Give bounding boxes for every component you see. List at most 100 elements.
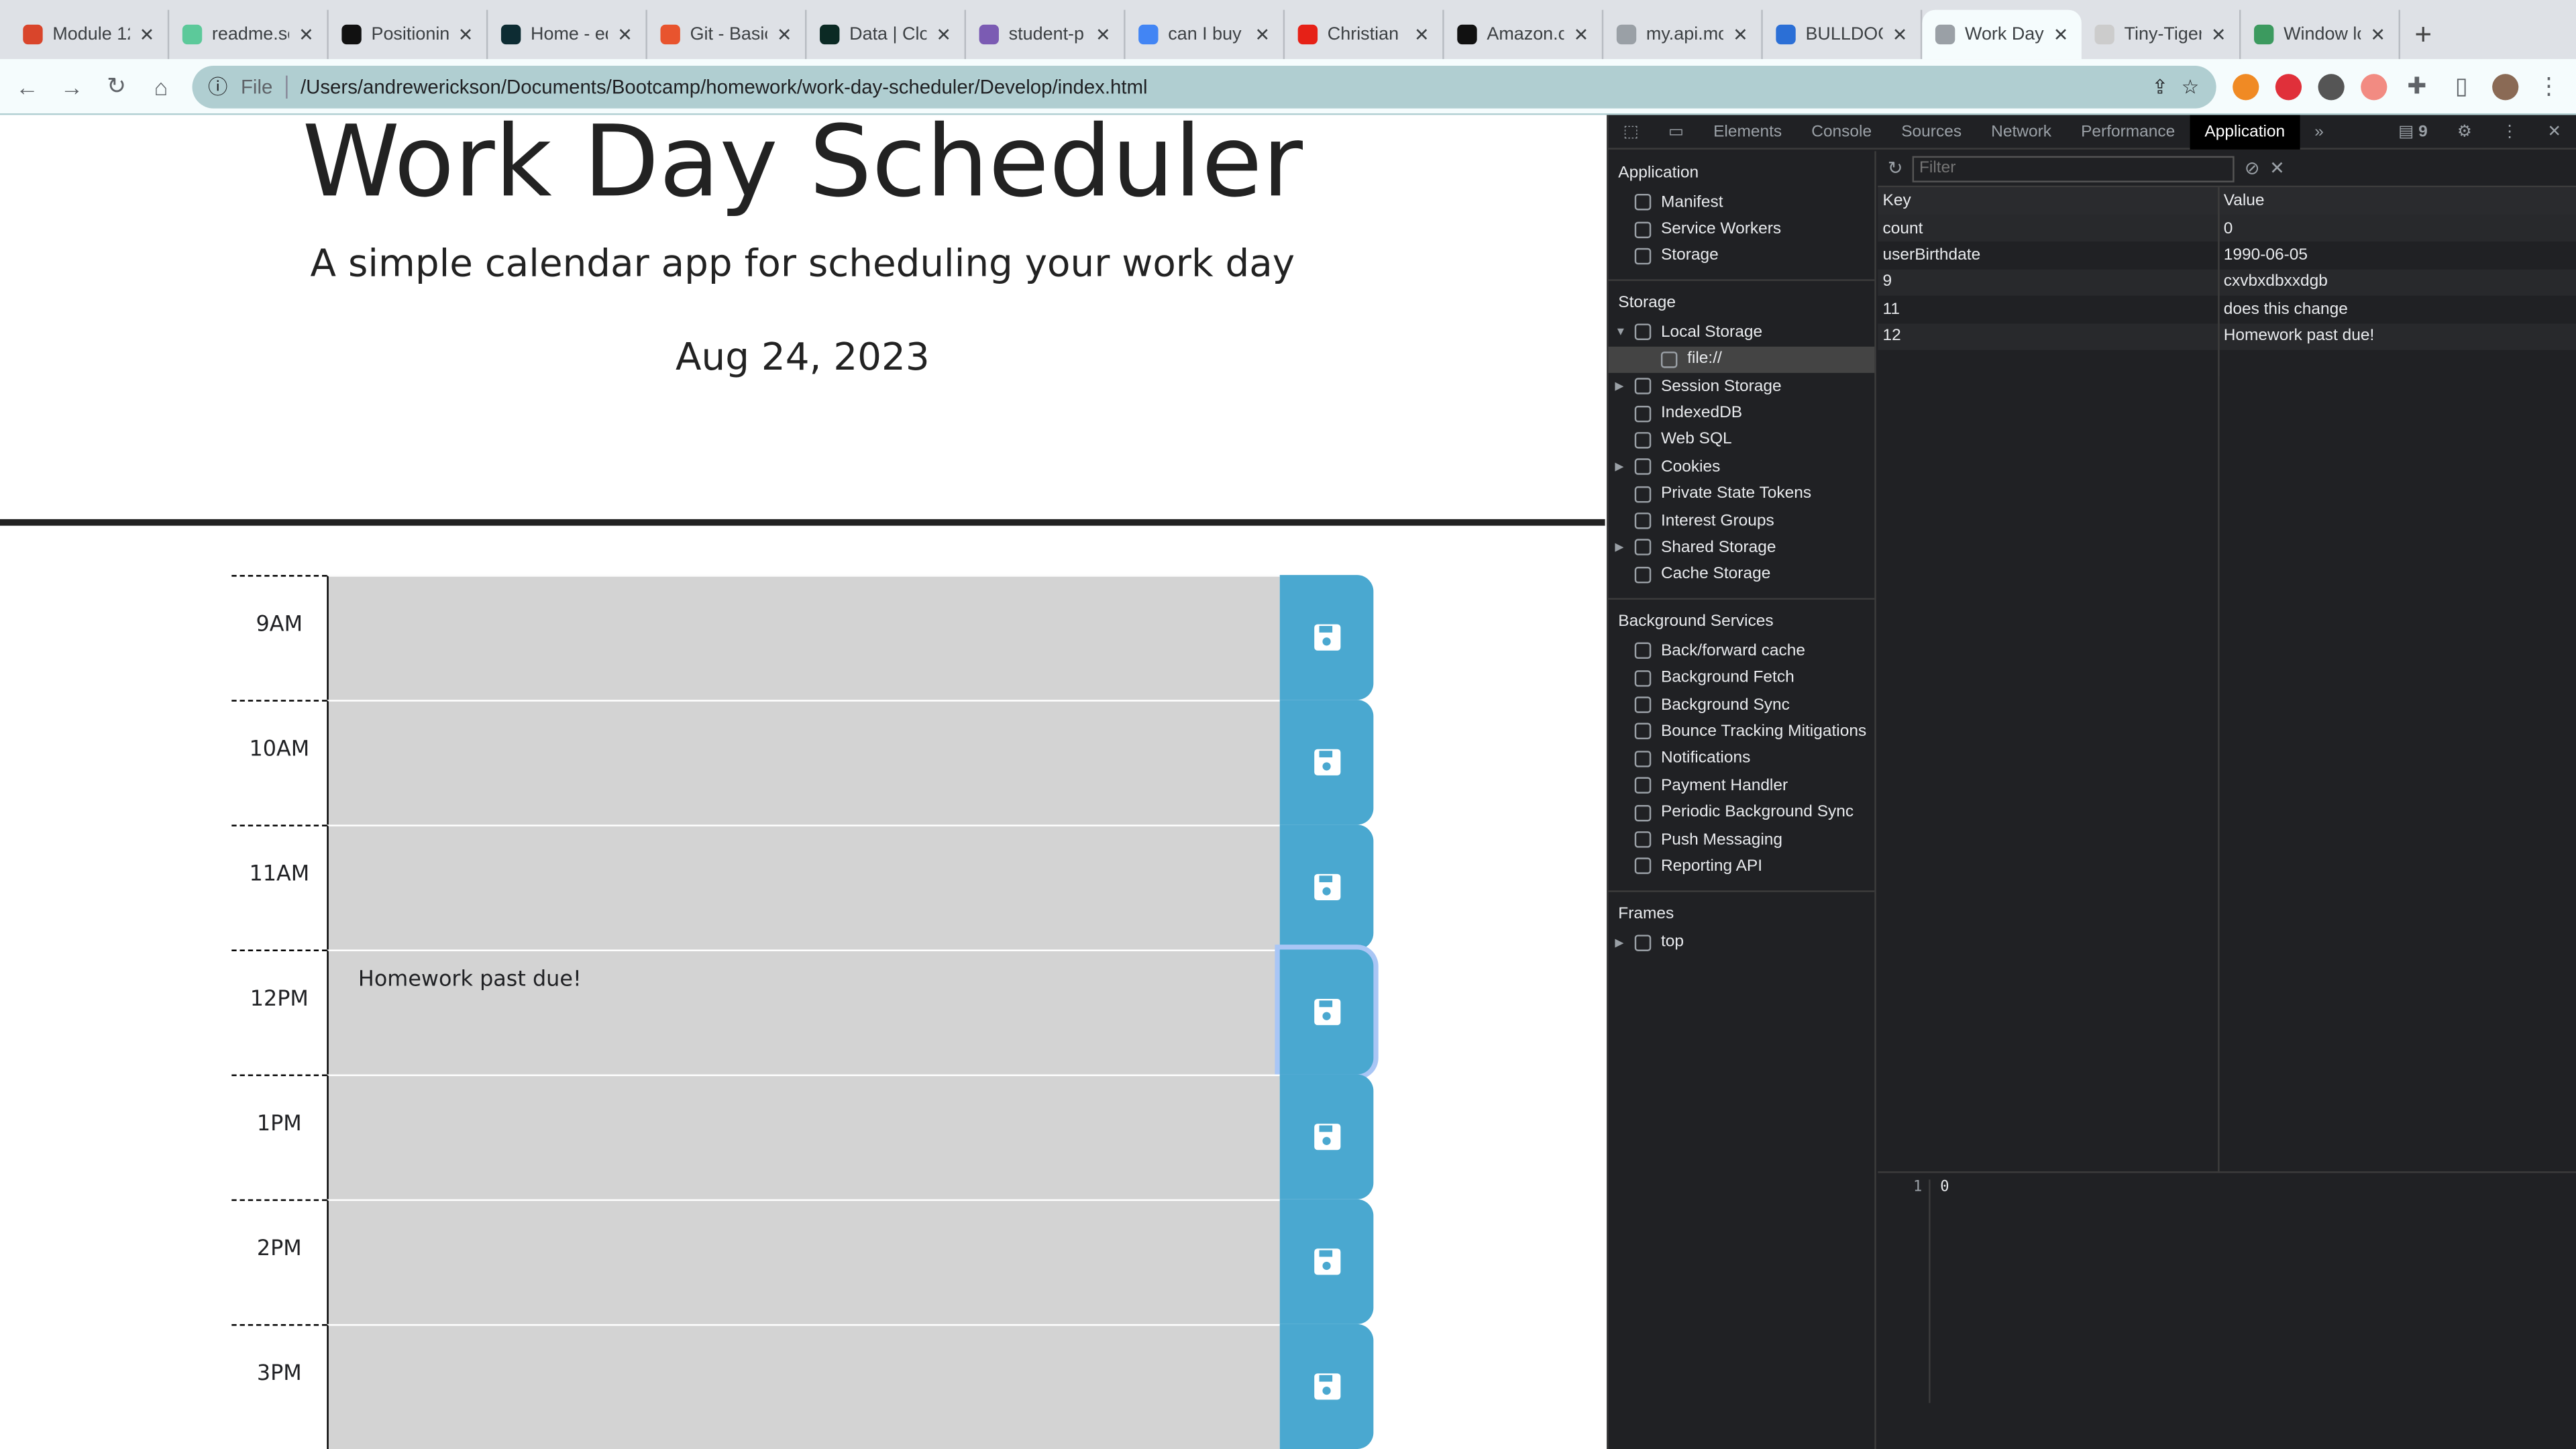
key-cell[interactable]: 12 — [1878, 323, 2219, 350]
value-cell[interactable]: Homework past due! — [2218, 323, 2576, 350]
sidebar-item[interactable]: Interest Groups — [1609, 508, 1875, 535]
tab-close-icon[interactable]: ✕ — [1733, 24, 1748, 45]
avatar[interactable] — [2491, 72, 2518, 100]
table-row[interactable]: 12 Homework past due! — [1878, 323, 2576, 350]
save-button[interactable] — [1279, 824, 1374, 950]
adblock-icon[interactable] — [2274, 72, 2301, 100]
sidebar-item[interactable]: Reporting API — [1609, 853, 1875, 880]
save-button[interactable] — [1279, 1074, 1374, 1199]
extension-icon[interactable] — [2232, 72, 2259, 100]
menu-icon[interactable]: ⋮ — [2534, 72, 2563, 101]
browser-tab[interactable]: Module 12 ✕ — [10, 9, 170, 60]
save-button[interactable] — [1279, 575, 1374, 700]
devtools-tab[interactable]: Elements — [1699, 114, 1796, 148]
sidebar-item[interactable]: Cache Storage — [1609, 561, 1875, 588]
device-toggle-icon[interactable]: ▭ — [1654, 114, 1699, 148]
key-cell[interactable]: count — [1878, 215, 2219, 242]
extension-icon[interactable] — [2360, 72, 2387, 100]
column-header[interactable]: Key — [1878, 187, 2219, 215]
browser-tab[interactable]: readme.so ✕ — [169, 9, 329, 60]
inspect-icon[interactable]: ⬚ — [1609, 114, 1654, 148]
sidebar-item[interactable]: IndexedDB — [1609, 400, 1875, 427]
browser-tab[interactable]: my.api.mo ✕ — [1603, 9, 1763, 60]
refresh-icon[interactable]: ↻ — [1888, 158, 1903, 179]
sidebar-item[interactable]: ▶ top — [1609, 929, 1875, 956]
save-button[interactable] — [1279, 949, 1374, 1075]
value-cell[interactable]: 1990-06-05 — [2218, 241, 2576, 270]
browser-tab[interactable]: Positioning ✕ — [329, 9, 488, 60]
expand-arrow-icon[interactable]: ▶ — [1615, 380, 1628, 393]
sidebar-item[interactable]: Manifest — [1609, 189, 1875, 216]
sidebar-item[interactable]: Background Fetch — [1609, 665, 1875, 692]
clear-all-icon[interactable]: ⊘ — [2245, 158, 2260, 179]
sidebar-item[interactable]: Bounce Tracking Mitigations — [1609, 718, 1875, 745]
sidebar-item[interactable]: ▶ Shared Storage — [1609, 535, 1875, 561]
table-row[interactable]: count 0 — [1878, 215, 2576, 242]
table-row[interactable]: userBirthdate 1990-06-05 — [1878, 241, 2576, 270]
side-panel-icon[interactable]: ▯ — [2447, 72, 2475, 101]
tab-close-icon[interactable]: ✕ — [2211, 24, 2226, 45]
tab-close-icon[interactable]: ✕ — [458, 24, 474, 45]
close-icon[interactable]: ✕ — [2532, 114, 2576, 148]
devtools-tab[interactable]: Application — [2190, 114, 2300, 149]
browser-tab[interactable]: Christian ✕ — [1285, 9, 1444, 60]
browser-tab[interactable]: Amazon.com ✕ — [1444, 9, 1604, 60]
sidebar-item[interactable]: Notifications — [1609, 745, 1875, 772]
column-header[interactable]: Value — [2218, 187, 2576, 215]
url-text[interactable]: /Users/andrewerickson/Documents/Bootcamp… — [301, 74, 2139, 97]
issues-badge[interactable]: ▤ 9 — [2383, 114, 2443, 148]
event-description[interactable] — [327, 575, 1280, 700]
event-description[interactable] — [327, 700, 1280, 825]
sidebar-item[interactable]: ▶ Session Storage — [1609, 373, 1875, 400]
forward-icon[interactable]: → — [58, 73, 86, 99]
devtools-tab[interactable]: Console — [1796, 114, 1886, 148]
bookmark-star-icon[interactable]: ☆ — [2182, 74, 2199, 97]
event-description[interactable]: Homework past due! — [327, 949, 1280, 1075]
browser-tab[interactable]: Data | Cloud ✕ — [806, 9, 967, 60]
event-description[interactable] — [327, 824, 1280, 950]
browser-tab[interactable]: Git - Basics ✕ — [647, 9, 807, 60]
save-button[interactable] — [1279, 1324, 1374, 1449]
sidebar-item[interactable]: Periodic Background Sync — [1609, 799, 1875, 826]
tab-close-icon[interactable]: ✕ — [1414, 24, 1430, 45]
event-description[interactable] — [327, 1199, 1280, 1324]
sidebar-item[interactable]: Web SQL — [1609, 427, 1875, 453]
save-button[interactable] — [1279, 1199, 1374, 1324]
tab-close-icon[interactable]: ✕ — [140, 24, 155, 45]
tab-close-icon[interactable]: ✕ — [617, 24, 633, 45]
reload-icon[interactable]: ↻ — [103, 72, 131, 101]
more-tabs-icon[interactable]: » — [2300, 114, 2339, 148]
home-icon[interactable]: ⌂ — [147, 73, 175, 99]
tab-close-icon[interactable]: ✕ — [1095, 24, 1111, 45]
table-row[interactable]: 11 does this change — [1878, 296, 2576, 323]
devtools-tab[interactable]: Sources — [1886, 114, 1976, 148]
key-cell[interactable]: 11 — [1878, 296, 2219, 323]
browser-tab[interactable]: can I buy ✕ — [1126, 9, 1285, 60]
browser-tab[interactable]: Work Day ✕ — [1922, 9, 2082, 60]
back-icon[interactable]: ← — [13, 73, 42, 99]
kebab-menu-icon[interactable]: ⋮ — [2487, 114, 2533, 148]
save-button[interactable] — [1279, 700, 1374, 825]
privacy-badger-icon[interactable] — [2317, 72, 2344, 100]
sidebar-item[interactable]: Background Sync — [1609, 692, 1875, 718]
event-description[interactable] — [327, 1324, 1280, 1449]
tab-close-icon[interactable]: ✕ — [936, 24, 951, 45]
devtools-tab[interactable]: Network — [1976, 114, 2066, 148]
settings-gear-icon[interactable]: ⚙ — [2443, 114, 2487, 148]
value-cell[interactable]: 0 — [2218, 215, 2576, 242]
browser-tab[interactable]: BULLDOG ✕ — [1763, 9, 1923, 60]
puzzle-icon[interactable]: ✚ — [2403, 72, 2431, 101]
expand-arrow-icon[interactable]: ▶ — [1615, 460, 1628, 474]
tab-close-icon[interactable]: ✕ — [2053, 24, 2069, 45]
filter-input[interactable] — [1913, 155, 2235, 182]
sidebar-item[interactable]: Back/forward cache — [1609, 637, 1875, 664]
sidebar-item[interactable]: Service Workers — [1609, 216, 1875, 243]
key-cell[interactable]: userBirthdate — [1878, 241, 2219, 270]
sidebar-item[interactable]: Push Messaging — [1609, 826, 1875, 853]
browser-tab[interactable]: Tiny-Tiger ✕ — [2082, 9, 2241, 60]
tab-close-icon[interactable]: ✕ — [1892, 24, 1908, 45]
tab-close-icon[interactable]: ✕ — [1574, 24, 1589, 45]
new-tab-button[interactable]: + — [2400, 10, 2447, 59]
sidebar-item[interactable]: Payment Handler — [1609, 772, 1875, 799]
sidebar-item[interactable]: ▼ Local Storage — [1609, 319, 1875, 346]
